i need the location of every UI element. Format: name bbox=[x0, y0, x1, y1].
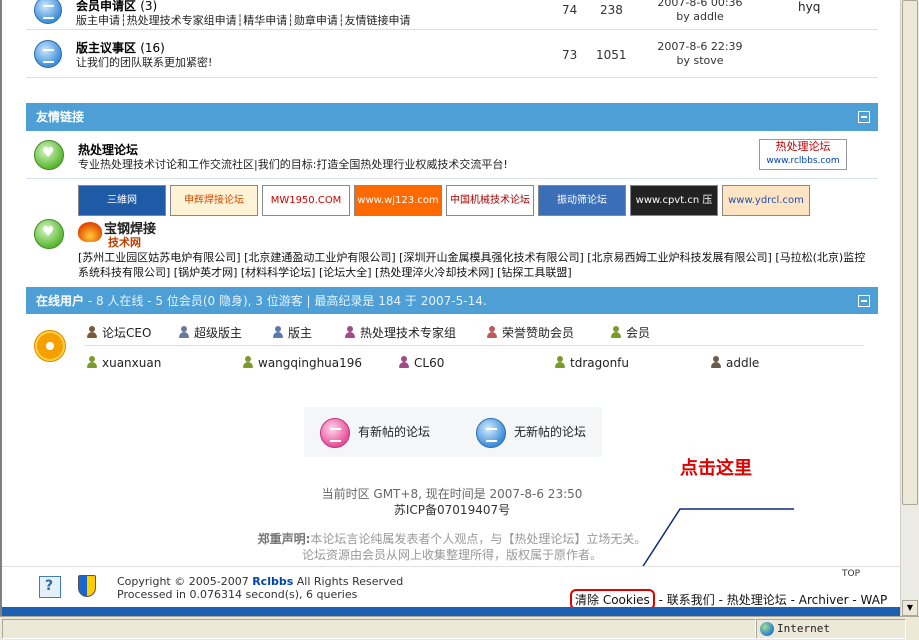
user-group-item: 论坛CEO bbox=[86, 324, 151, 341]
shield-icon bbox=[78, 575, 96, 597]
online-user[interactable]: CL60 bbox=[398, 356, 444, 370]
flower-icon bbox=[34, 330, 66, 362]
online-user-list: xuanxuan wangqinghua196 CL60 tdragonfu addle bbox=[84, 354, 864, 374]
friend-link-banner[interactable]: 振动筛论坛 ZHENDONGSHAI bbox=[538, 185, 626, 216]
user-icon bbox=[710, 356, 722, 369]
user-icon bbox=[486, 326, 498, 339]
copyright: Copyright © 2005-2007 Rclbbs All Rights … bbox=[117, 575, 404, 601]
user-group-item: 会员 bbox=[610, 324, 650, 341]
collapse-icon[interactable] bbox=[858, 295, 870, 307]
online-user[interactable]: addle bbox=[710, 356, 759, 370]
collapse-icon[interactable] bbox=[858, 111, 870, 123]
browser-statusbar: Internet bbox=[0, 616, 919, 640]
flame-icon bbox=[78, 222, 102, 242]
friend-links-header: 友情链接 bbox=[26, 103, 878, 131]
user-icon bbox=[344, 326, 356, 339]
forum-last-post[interactable]: 2007-8-6 00:36 by addle bbox=[640, 0, 760, 24]
user-group-item: 热处理技术专家组 bbox=[344, 324, 456, 341]
home-link[interactable]: 热处理论坛 bbox=[727, 593, 787, 607]
no-new-posts-icon bbox=[476, 417, 506, 448]
contact-link[interactable]: 联系我们 bbox=[667, 593, 715, 607]
friend-link-banner[interactable]: www.ydrcl.com bbox=[722, 185, 810, 216]
online-user[interactable]: wangqinghua196 bbox=[242, 356, 362, 370]
user-group-item: 荣誉赞助会员 bbox=[486, 324, 574, 341]
browser-viewport: 会员申请区 (3) 版主申请┆热处理技术专家组申请┆精华申请┆勋章申请┆友情链接… bbox=[0, 0, 900, 616]
friend-links-box: 热处理论坛 专业热处理技术讨论和工作交流社区|我们的目标:打造全国热处理行业权威… bbox=[26, 131, 878, 286]
legend-no-new-posts: 无新帖的论坛 bbox=[476, 417, 586, 448]
forum-desc: 让我们的团队联系更加紧密! bbox=[76, 56, 213, 69]
vertical-scrollbar[interactable]: ▼ bbox=[900, 0, 919, 616]
featured-link: 热处理论坛 专业热处理技术讨论和工作交流社区|我们的目标:打造全国热处理行业权威… bbox=[26, 131, 878, 179]
new-posts-icon bbox=[320, 417, 350, 448]
link-desc: 专业热处理技术讨论和工作交流社区|我们的目标:打造全国热处理行业权威技术交流平台… bbox=[78, 158, 508, 171]
icp-text[interactable]: 苏ICP备07019407号 bbox=[2, 502, 900, 518]
forum-desc[interactable]: 版主申请┆热处理技术专家组申请┆精华申请┆勋章申请┆友情链接申请 bbox=[76, 12, 411, 28]
scroll-down-icon[interactable]: ▼ bbox=[902, 600, 918, 616]
bottom-band bbox=[2, 607, 900, 616]
user-icon bbox=[610, 326, 622, 339]
user-group-item: 超级版主 bbox=[178, 324, 242, 341]
user-icon bbox=[554, 356, 566, 369]
online-user[interactable]: xuanxuan bbox=[86, 356, 161, 370]
status-text-pane bbox=[2, 619, 756, 639]
scrollbar-thumb[interactable] bbox=[902, 0, 918, 505]
user-icon bbox=[242, 356, 254, 369]
site-logo-banner[interactable]: 热处理论坛 www.rclbbs.com bbox=[759, 139, 847, 170]
footer-declaration: 郑重声明:本论坛言论纯属发表者个人观点，与【热处理论坛】立场无关。 论坛资源由会… bbox=[257, 532, 647, 562]
archiver-link[interactable]: Archiver bbox=[799, 593, 849, 607]
forum-icon bbox=[34, 40, 62, 68]
forum-last-post[interactable]: 2007-8-6 22:39 by stove bbox=[640, 40, 760, 68]
user-icon bbox=[272, 326, 284, 339]
user-icon bbox=[86, 356, 98, 369]
forum-posts: 1051 bbox=[596, 48, 627, 62]
top-link[interactable]: TOP bbox=[842, 569, 860, 579]
forum-icon-legend: 有新帖的论坛 无新帖的论坛 bbox=[304, 407, 602, 457]
brand-logo[interactable]: 宝钢焊接 技术网 bbox=[78, 218, 178, 250]
user-group-item: 版主 bbox=[272, 324, 312, 341]
friend-link-banner[interactable]: 中国机械技术论坛 bbox=[446, 185, 534, 216]
heart-icon bbox=[34, 219, 64, 249]
footer-bar: Copyright © 2005-2007 Rclbbs All Rights … bbox=[2, 566, 900, 610]
footer-info: 当前时区 GMT+8, 现在时间是 2007-8-6 23:50 苏ICP备07… bbox=[2, 486, 900, 518]
online-user[interactable]: tdragonfu bbox=[554, 356, 629, 370]
forum-topics: 73 bbox=[562, 48, 578, 62]
forum-icon bbox=[34, 0, 62, 24]
friend-link-banner[interactable]: www.wj123.com bbox=[354, 185, 442, 216]
friend-link-banner[interactable]: MW1950.COM bbox=[262, 185, 350, 216]
friend-link-banner[interactable]: 申辉焊接论坛 bbox=[170, 185, 258, 216]
user-icon bbox=[178, 326, 190, 339]
online-users-header: 在线用户 - 8 人在线 - 5 位会员(0 隐身), 3 位游客 | 最高纪录… bbox=[26, 287, 878, 315]
user-icon bbox=[398, 356, 410, 369]
friend-link-banner[interactable]: www.cpvt.cn 压力容器技术网 bbox=[630, 185, 718, 216]
online-users-box: 论坛CEO 超级版主 版主 热处理技术专家组 荣誉赞助会员 会员 xuanxuan wang… bbox=[26, 314, 878, 376]
help-icon[interactable] bbox=[39, 576, 61, 598]
friend-link-banner[interactable]: 三維网 3DPORTAL.CN bbox=[78, 185, 166, 216]
forum-row[interactable]: 会员申请区 (3) 版主申请┆热处理技术专家组申请┆精华申请┆勋章申请┆友情链接… bbox=[26, 0, 878, 30]
forum-topics: 74 bbox=[562, 3, 578, 17]
timezone-text: 当前时区 GMT+8, 现在时间是 2007-8-6 23:50 bbox=[321, 487, 583, 501]
user-icon bbox=[86, 326, 98, 339]
forum-moderator[interactable]: hyq bbox=[798, 0, 820, 14]
user-group-legend: 论坛CEO 超级版主 版主 热处理技术专家组 荣誉赞助会员 会员 bbox=[84, 320, 864, 346]
forum-posts: 238 bbox=[600, 3, 623, 17]
forum-row[interactable]: 版主议事区 (16) 让我们的团队联系更加紧密! 73 1051 2007-8-… bbox=[26, 32, 878, 78]
globe-icon bbox=[760, 622, 774, 636]
heart-icon bbox=[34, 140, 64, 170]
security-zone: Internet bbox=[756, 619, 906, 639]
banner-strip: 三維网 3DPORTAL.CN申辉焊接论坛MW1950.COMwww.wj123… bbox=[78, 185, 818, 217]
company-links[interactable]: [苏州工业园区姑苏电炉有限公司] [北京建通盈动工业炉有限公司] [深圳开山金属… bbox=[78, 250, 868, 280]
legend-new-posts: 有新帖的论坛 bbox=[320, 417, 430, 448]
wap-link[interactable]: WAP bbox=[861, 593, 888, 607]
